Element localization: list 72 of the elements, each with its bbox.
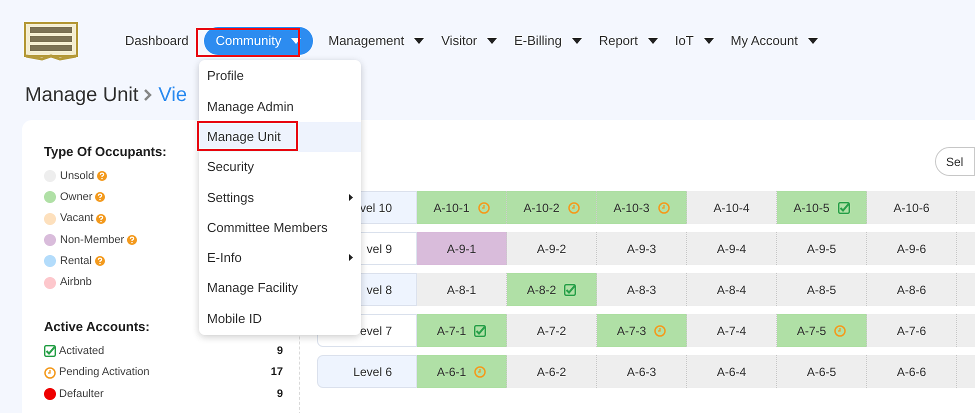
nav-item[interactable]: My Account (728, 27, 820, 55)
unit-cell[interactable]: A-8-2 (507, 273, 597, 306)
unit-cell[interactable]: A-8-1 (417, 273, 507, 306)
unit-cell[interactable]: A-9-1 (417, 232, 507, 265)
nav-item[interactable]: E-Billing (512, 27, 584, 55)
level-label[interactable]: Level 6 (317, 355, 417, 388)
legend-heading: Active Accounts: (44, 318, 150, 336)
unit-cell[interactable]: A-9-5 (777, 232, 867, 265)
clock-icon (474, 366, 486, 378)
checkbox-check-icon (838, 202, 850, 214)
chevron-right-icon (144, 89, 152, 101)
unit-cell[interactable]: A-9-6 (867, 232, 957, 265)
unit-cell[interactable]: A-8-3 (597, 273, 687, 306)
clock-icon (44, 366, 56, 379)
checkbox-check-icon (44, 345, 56, 358)
select-button[interactable]: Sel (935, 147, 975, 176)
count: 17 (270, 365, 283, 380)
unit-cell[interactable]: A-7-2 (507, 314, 597, 347)
menu-item[interactable]: Security (199, 152, 361, 182)
legend-label: Pending Activation (59, 365, 151, 380)
count: 9 (276, 344, 283, 360)
unit-cell[interactable]: A-6-5 (777, 355, 867, 388)
nav-item[interactable]: Visitor (439, 27, 500, 55)
legend-label: Airbnb (60, 275, 92, 290)
clock-icon (478, 202, 490, 214)
legend-label: Non-Member (60, 232, 124, 248)
unit-cell[interactable]: A-7-3 (597, 314, 687, 347)
unit-cell[interactable]: A-7-1 (417, 314, 507, 347)
unit-cell[interactable]: A-10-2 (507, 191, 597, 224)
legend-label: Defaulter (59, 386, 105, 402)
unit-cell[interactable]: A-10-1 (417, 191, 507, 224)
unit-cell[interactable]: A-7-4 (687, 314, 777, 347)
unit-cell[interactable]: A-10-6 (867, 191, 957, 224)
clock-icon (568, 202, 580, 214)
unit-cell[interactable]: A-6-3 (597, 355, 687, 388)
unit-cell[interactable]: A-7-5 (777, 314, 867, 347)
checkbox-check-icon (474, 324, 486, 336)
legend-heading: Type Of Occupants: (44, 143, 167, 161)
unit-cell[interactable]: A-10-3 (597, 191, 687, 224)
menu-item[interactable]: Manage Unit (199, 122, 361, 152)
unit-cell[interactable]: A-10-4 (687, 191, 777, 224)
status-dot-icon (44, 388, 56, 400)
unit-cell[interactable]: A-6-1 (417, 355, 507, 388)
unit-cell[interactable]: A-7-6 (867, 314, 957, 347)
nav-item[interactable]: Management (326, 27, 426, 55)
unit-cell[interactable]: A-8-6 (867, 273, 957, 306)
legend-label: Owner (60, 190, 92, 206)
clock-icon (658, 202, 670, 214)
unit-cell[interactable]: A-8-5 (777, 273, 867, 306)
nav-item[interactable]: Report (596, 27, 660, 55)
unit-cell[interactable]: A-9-3 (597, 232, 687, 265)
nav-item[interactable]: Dashboard (123, 27, 191, 55)
count: 9 (276, 386, 283, 402)
clock-icon (834, 324, 846, 336)
page-title: Manage Unit (25, 83, 138, 108)
clock-icon (654, 324, 666, 336)
checkbox-check-icon (564, 284, 576, 296)
unit-cell[interactable]: A-10-5 (777, 191, 867, 224)
menu-item[interactable]: Profile (199, 61, 361, 92)
legend-label: Rental (60, 254, 92, 270)
unit-cell[interactable]: A-9-4 (687, 232, 777, 265)
unit-cell[interactable]: A-8-4 (687, 273, 777, 306)
legend-label: Vacant (60, 211, 94, 226)
logo-icon (22, 21, 80, 61)
unit-cell[interactable]: A-9-2 (507, 232, 597, 265)
legend-label: Unsold (60, 168, 94, 184)
unit-cell[interactable]: A-6-4 (687, 355, 777, 388)
unit-cell[interactable]: A-6-6 (867, 355, 957, 388)
nav-item[interactable]: IoT (672, 27, 716, 55)
unit-cell[interactable]: A-6-2 (507, 355, 597, 388)
menu-item[interactable]: Manage Admin (199, 91, 361, 122)
legend-label: Activated (59, 344, 106, 360)
